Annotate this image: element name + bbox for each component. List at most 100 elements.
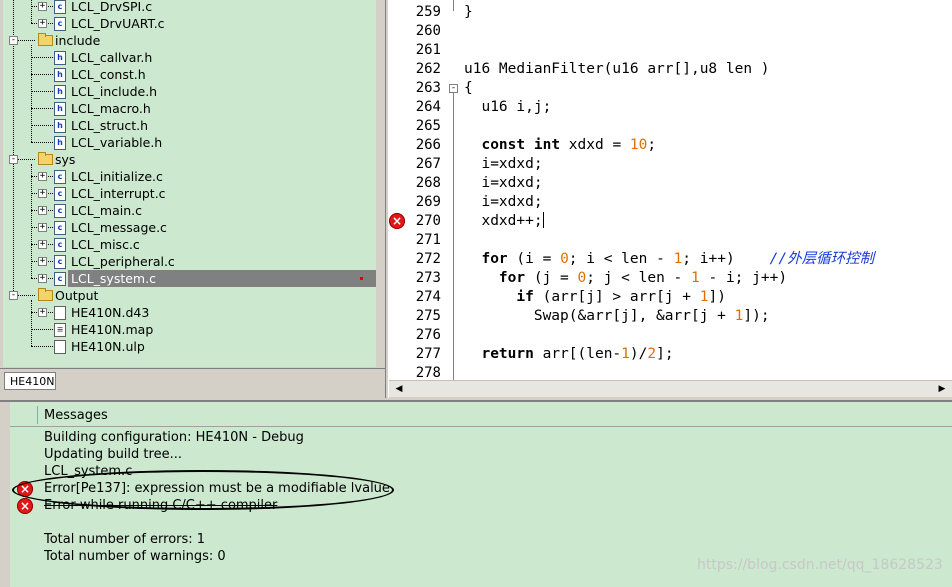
error-icon[interactable]: × [389,213,405,229]
expand-icon[interactable]: + [38,19,47,28]
file-icon [54,340,66,354]
tree-item-label: Output [55,288,99,303]
editor-horizontal-scrollbar[interactable]: ◀ ▶ [389,380,952,397]
tree-file[interactable]: + c LCL_DrvUART.c [3,15,376,32]
message-line[interactable]: Building configuration: HE410N - Debug [44,429,304,446]
file-icon [54,306,66,320]
tree-item-label: LCL_message.c [71,220,167,235]
fold-guide [453,93,454,380]
tree-file[interactable]: HE410N.ulp [3,338,376,355]
expand-icon[interactable]: + [38,274,47,283]
code-line[interactable]: xdxd++; [464,212,544,231]
message-line[interactable]: Total number of warnings: 0 [44,548,226,565]
c-file-icon: c [54,17,66,31]
tree-file[interactable]: + c LCL_misc.c [3,236,376,253]
line-number: 272 [415,251,441,267]
tree-file[interactable]: + c LCL_DrvSPI.c [3,0,376,15]
tree-file[interactable]: h LCL_variable.h [3,134,376,151]
tree-file[interactable]: h LCL_callvar.h [3,49,376,66]
message-line[interactable]: Updating build tree... [44,446,182,463]
header-file-icon: h [54,102,66,116]
code-line[interactable]: u16 i,j; [464,98,551,117]
code-line[interactable]: return arr[(len-1)/2]; [464,345,673,364]
messages-header: Messages [10,404,952,427]
tree-file[interactable]: h LCL_const.h [3,66,376,83]
tree-file[interactable]: h LCL_struct.h [3,117,376,134]
collapse-icon[interactable]: - [9,155,18,164]
message-line[interactable]: Total number of errors: 1 [44,531,205,548]
line-number: 269 [415,194,441,210]
tree-file[interactable]: + c LCL_system.c [3,270,376,287]
line-number: 265 [415,118,441,134]
tree-item-label: HE410N.ulp [71,339,145,354]
code-line[interactable]: const int xdxd = 10; [464,136,656,155]
expand-icon[interactable]: + [38,240,47,249]
expand-icon[interactable]: + [38,257,47,266]
expand-icon[interactable]: + [38,172,47,181]
tree-file[interactable]: + c LCL_peripheral.c [3,253,376,270]
line-number: 270 [415,213,441,229]
workspace-pane: + c LCL_DrvSPI.c + c LCL_DrvUART.c - include h LC… [0,0,385,399]
code-line[interactable]: i=xdxd; [464,155,542,174]
tree-item-label: LCL_interrupt.c [71,186,166,201]
file-tree: + c LCL_DrvSPI.c + c LCL_DrvUART.c - include h LC… [3,0,376,367]
folder-icon [38,33,53,46]
tree-item-label: sys [55,152,76,167]
c-file-icon: c [54,221,66,235]
code-line[interactable]: if (arr[j] > arr[j + 1]) [464,288,726,307]
code-line[interactable]: for (i = 0; i < len - 1; i++) //外层循环控制 [464,250,874,269]
header-file-icon: h [54,85,66,99]
expand-icon[interactable]: + [38,223,47,232]
tree-item-label: LCL_peripheral.c [71,254,175,269]
code-line[interactable]: { [464,79,473,98]
column-separator[interactable] [37,406,38,424]
line-number: 277 [415,346,441,362]
tree-file[interactable]: h LCL_include.h [3,83,376,100]
line-number: 263 [415,80,441,96]
code-line[interactable]: i=xdxd; [464,174,542,193]
line-number: 267 [415,156,441,172]
collapse-icon[interactable]: - [9,291,18,300]
tab-he410n[interactable]: HE410N [4,372,56,390]
code-line[interactable]: } [464,3,473,22]
tree-file[interactable]: + c LCL_interrupt.c [3,185,376,202]
tree-file[interactable]: + c LCL_message.c [3,219,376,236]
expand-icon[interactable]: + [38,308,47,317]
tree-folder[interactable]: - include [3,32,376,49]
tree-item-label: LCL_DrvUART.c [71,16,165,31]
tree-file[interactable]: h LCL_macro.h [3,100,376,117]
code-line[interactable]: i=xdxd; [464,193,542,212]
fold-collapse-icon[interactable]: - [449,84,458,93]
c-file-icon: c [54,272,66,286]
modified-marker [360,277,363,280]
collapse-icon[interactable]: - [9,36,18,45]
arrow-right-icon[interactable]: ▶ [934,381,950,397]
expand-icon[interactable]: + [38,189,47,198]
header-file-icon: h [54,119,66,133]
line-number: 259 [415,4,441,20]
code-line[interactable]: for (j = 0; j < len - 1 - i; j++) [464,269,787,288]
expand-icon[interactable]: + [38,206,47,215]
tree-folder[interactable]: - Output [3,287,376,304]
tree-item-label: HE410N.map [71,322,154,337]
code-line[interactable]: u16 MedianFilter(u16 arr[],u8 len ) [464,60,770,79]
error-gutter [389,0,407,380]
code-editor[interactable]: - 259} 260 261 262 u16 MedianFilter(u16 arr[… [389,0,952,380]
c-file-icon: c [54,170,66,184]
arrow-left-icon[interactable]: ◀ [391,381,407,397]
tree-item-label: LCL_macro.h [71,101,151,116]
folder-icon [38,288,53,301]
tree-item-label: LCL_DrvSPI.c [71,0,153,14]
messages-title: Messages [44,408,108,423]
tree-file[interactable]: + HE410N.d43 [3,304,376,321]
code-line[interactable]: Swap(&arr[j], &arr[j + 1]); [464,307,770,326]
expand-icon[interactable]: + [38,2,47,11]
tree-file[interactable]: + c LCL_main.c [3,202,376,219]
header-file-icon: h [54,51,66,65]
line-number: 260 [415,23,441,39]
tree-connector [31,142,53,143]
line-number: 266 [415,137,441,153]
tree-file[interactable]: + c LCL_initialize.c [3,168,376,185]
tree-folder[interactable]: - sys [3,151,376,168]
tree-file[interactable]: ≡ HE410N.map [3,321,376,338]
